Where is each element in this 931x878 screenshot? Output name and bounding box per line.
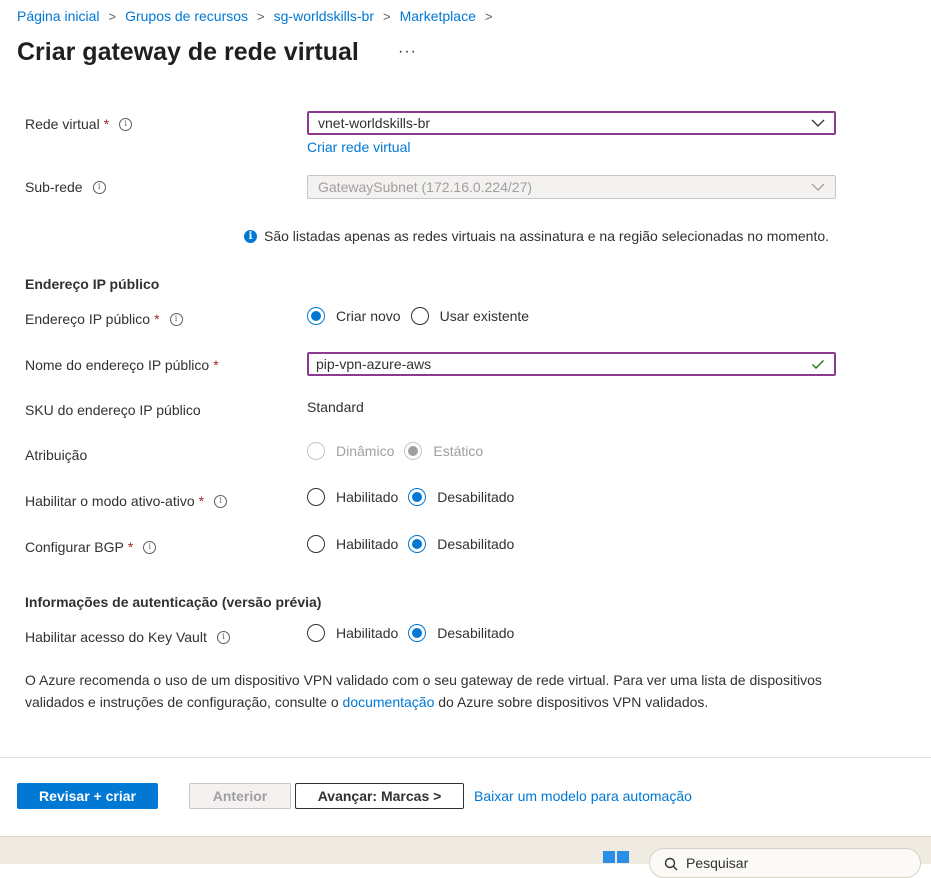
radio-button [307, 442, 325, 460]
breadcrumb-marketplace[interactable]: Marketplace [400, 8, 476, 24]
info-icon[interactable]: i [92, 180, 106, 194]
public-ip-radio-group: Criar novo Usar existente [307, 307, 539, 325]
radio-button[interactable] [307, 624, 325, 642]
radio-button[interactable] [410, 307, 429, 325]
breadcrumb-home[interactable]: Página inicial [17, 8, 100, 24]
breadcrumb-resource-group[interactable]: sg-worldskills-br [274, 8, 374, 24]
radio-button [404, 442, 423, 460]
required-asterisk: * [127, 539, 134, 555]
required-asterisk: * [213, 357, 219, 373]
radio-kv-enabled[interactable]: Habilitado [307, 624, 398, 642]
info-icon[interactable]: i [143, 540, 157, 554]
info-icon[interactable]: i [214, 494, 228, 508]
info-filled-icon: i [244, 229, 257, 243]
info-icon[interactable]: i [119, 117, 133, 131]
sku-label: SKU do endereço IP público [25, 402, 201, 418]
active-active-radio-group: Habilitado Desabilitado [307, 488, 524, 506]
chevron-down-icon [811, 119, 825, 127]
create-virtual-network-link[interactable]: Criar rede virtual [307, 139, 410, 155]
assignment-radio-group: Dinâmico Estático [307, 442, 493, 460]
radio-bgp-disabled[interactable]: Desabilitado [408, 535, 514, 553]
virtual-network-dropdown[interactable]: vnet-worldskills-br [307, 111, 836, 135]
info-note: i São listadas apenas as redes virtuais … [244, 228, 829, 244]
public-ip-name-label: Nome do endereço IP público * [25, 357, 219, 373]
chevron-right-icon: > [383, 8, 391, 24]
radio-dynamic: Dinâmico [307, 442, 394, 460]
vpn-recommendation-text: O Azure recomenda o uso de um dispositiv… [25, 672, 822, 710]
required-asterisk: * [198, 493, 205, 509]
public-ip-label: Endereço IP público * i [25, 311, 183, 327]
required-asterisk: * [103, 116, 110, 132]
taskbar-search[interactable]: Pesquisar [649, 848, 921, 878]
required-asterisk: * [154, 311, 160, 327]
key-vault-label: Habilitar acesso do Key Vault i [25, 629, 230, 645]
section-public-ip: Endereço IP público [25, 276, 160, 292]
radio-button[interactable] [408, 624, 427, 642]
radio-button[interactable] [307, 307, 325, 325]
section-auth-info: Informações de autenticação (versão prév… [25, 594, 322, 610]
chevron-right-icon: > [108, 8, 117, 24]
radio-active-enabled[interactable]: Habilitado [307, 488, 398, 506]
page-title: Criar gateway de rede virtual [17, 38, 359, 66]
radio-button[interactable] [408, 535, 427, 553]
previous-button: Anterior [189, 783, 291, 809]
breadcrumb: Página inicial > Grupos de recursos > sg… [17, 8, 501, 24]
radio-bgp-enabled[interactable]: Habilitado [307, 535, 398, 553]
virtual-network-label: Rede virtual * i [25, 116, 133, 132]
subnet-dropdown: GatewaySubnet (172.16.0.224/27) [307, 175, 836, 199]
radio-button[interactable] [307, 535, 325, 553]
chevron-right-icon: > [257, 8, 265, 24]
radio-kv-disabled[interactable]: Desabilitado [408, 624, 514, 642]
info-icon[interactable]: i [169, 312, 183, 326]
footer-divider [0, 757, 931, 758]
radio-button[interactable] [408, 488, 427, 506]
download-template-link[interactable]: Baixar um modelo para automação [474, 788, 692, 804]
radio-static: Estático [404, 442, 483, 460]
info-icon[interactable]: i [216, 630, 230, 644]
bgp-radio-group: Habilitado Desabilitado [307, 535, 524, 553]
chevron-right-icon: > [484, 8, 493, 24]
documentation-link[interactable]: documentação [343, 694, 435, 710]
radio-button[interactable] [307, 488, 325, 506]
review-create-button[interactable]: Revisar + criar [17, 783, 158, 809]
chevron-down-icon [811, 183, 825, 191]
breadcrumb-resource-groups[interactable]: Grupos de recursos [125, 8, 248, 24]
active-active-label: Habilitar o modo ativo-ativo * i [25, 493, 228, 509]
bgp-label: Configurar BGP * i [25, 539, 157, 555]
subnet-label: Sub-rede i [25, 179, 106, 195]
assignment-label: Atribuição [25, 447, 88, 463]
public-ip-name-input[interactable]: pip-vpn-azure-aws [307, 352, 836, 376]
search-icon [664, 857, 678, 871]
next-tags-button[interactable]: Avançar: Marcas > [295, 783, 464, 809]
radio-active-disabled[interactable]: Desabilitado [408, 488, 514, 506]
radio-use-existing[interactable]: Usar existente [410, 307, 529, 325]
more-options-icon[interactable]: ··· [398, 43, 417, 61]
sku-value: Standard [307, 399, 364, 415]
radio-create-new[interactable]: Criar novo [307, 307, 401, 325]
checkmark-icon [812, 360, 824, 369]
key-vault-radio-group: Habilitado Desabilitado [307, 624, 524, 642]
